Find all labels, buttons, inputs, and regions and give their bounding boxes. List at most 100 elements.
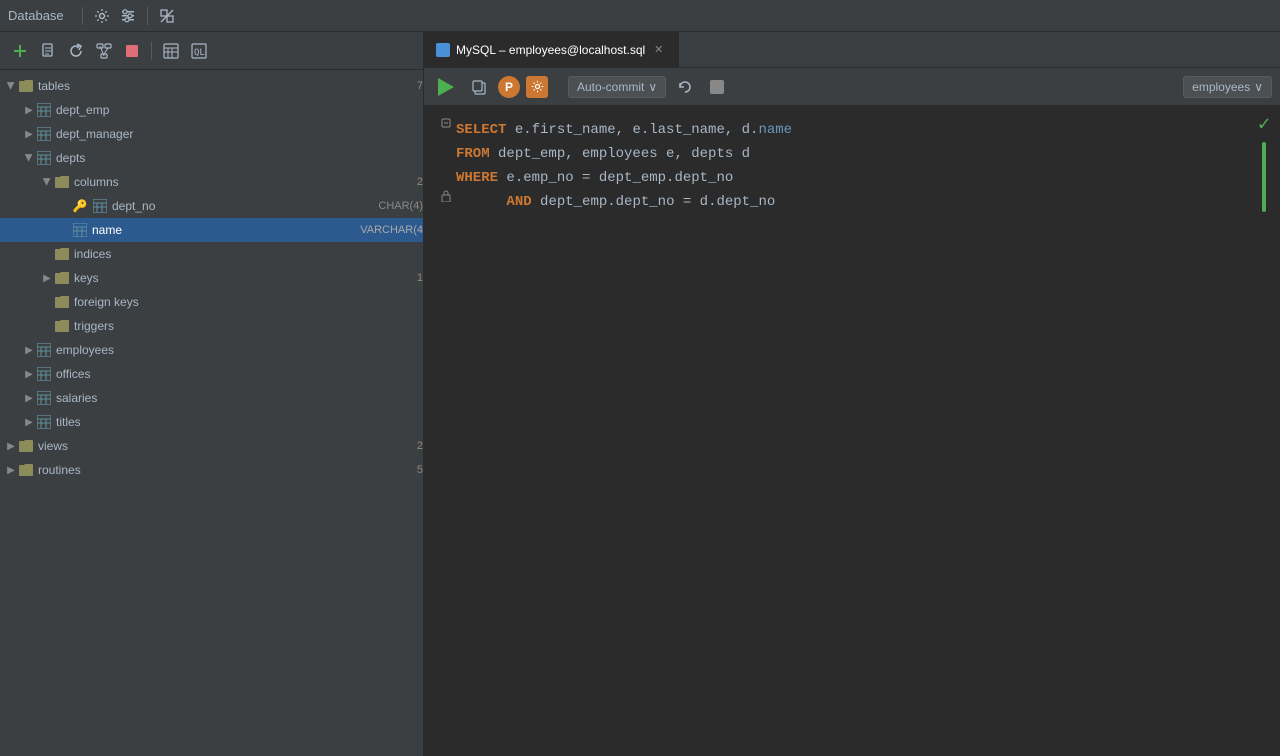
tree-item-routines[interactable]: ▶ routines 5 (0, 458, 423, 482)
refresh-button[interactable] (64, 39, 88, 63)
folder-icon (54, 294, 70, 310)
tree-item-dept-no[interactable]: 🔑 dept_no CHAR(4) (0, 194, 423, 218)
and-indent (456, 190, 506, 214)
tree-item-titles[interactable]: ▶ titles (0, 410, 423, 434)
table-icon (36, 126, 52, 142)
table-icon (36, 342, 52, 358)
code-line-2: FROM dept_emp, employees e, depts d (424, 142, 1280, 166)
depts-label: depts (56, 151, 423, 165)
folder-icon (18, 438, 34, 454)
name-highlight: name (758, 118, 792, 142)
tree-item-salaries[interactable]: ▶ salaries (0, 386, 423, 410)
params-button[interactable]: P (498, 76, 520, 98)
routines-chevron: ▶ (4, 463, 18, 477)
tab-bar: MySQL – employees@localhost.sql ✕ (424, 32, 1280, 68)
tab-label: MySQL – employees@localhost.sql (456, 43, 645, 57)
run-button[interactable] (432, 73, 460, 101)
name-type: VARCHAR(4 (360, 224, 423, 236)
undo-button[interactable] (672, 74, 698, 100)
menu-title: Database (8, 8, 64, 23)
gear-settings-button[interactable] (526, 76, 548, 98)
right-panel: MySQL – employees@localhost.sql ✕ P (424, 32, 1280, 756)
autocommit-label: Auto-commit (577, 80, 644, 94)
check-icon: ✓ (1258, 114, 1270, 138)
tree-item-triggers[interactable]: triggers (0, 314, 423, 338)
and-condition: dept_emp.dept_no = d.dept_no (532, 190, 776, 214)
adjust-icon[interactable] (117, 5, 139, 27)
tree-item-views[interactable]: ▶ views 2 (0, 434, 423, 458)
dept-no-label: dept_no (112, 199, 374, 213)
tree-item-depts[interactable]: ▶ depts (0, 146, 423, 170)
add-button[interactable] (8, 39, 32, 63)
triggers-label: triggers (74, 319, 423, 333)
tables-root[interactable]: ▶ tables 7 (0, 74, 423, 98)
code-line-1: SELECT e.first_name, e.last_name, d.name (424, 118, 1280, 142)
code-line-4: AND dept_emp.dept_no = d.dept_no (424, 190, 1280, 214)
table-icon (36, 102, 52, 118)
routines-count: 5 (417, 464, 423, 476)
tree-item-dept-manager[interactable]: ▶ dept_manager (0, 122, 423, 146)
query-button[interactable]: QL (187, 39, 211, 63)
mysql-tab[interactable]: MySQL – employees@localhost.sql ✕ (424, 32, 679, 67)
folder-icon (54, 318, 70, 334)
table-icon (36, 150, 52, 166)
tab-mysql-icon (436, 43, 450, 57)
stop-button[interactable] (120, 39, 144, 63)
tree-item-foreign-keys[interactable]: foreign keys (0, 290, 423, 314)
columns-chevron: ▶ (40, 175, 54, 189)
line-collapse-marker (436, 118, 456, 128)
employees-chevron: ▶ (22, 343, 36, 357)
tree-item-keys[interactable]: ▶ keys 1 (0, 266, 423, 290)
db-selector-label: employees (1192, 80, 1250, 94)
collapse-all-icon[interactable] (156, 5, 178, 27)
table-view-button[interactable] (159, 39, 183, 63)
views-count: 2 (417, 440, 423, 452)
green-bar (1262, 142, 1266, 212)
play-icon (438, 78, 454, 96)
select-kw: SELECT (456, 118, 506, 142)
stop-exec-button[interactable] (704, 74, 730, 100)
tree-item-columns[interactable]: ▶ columns 2 (0, 170, 423, 194)
tree-view[interactable]: ▶ tables 7 ▶ (0, 70, 423, 756)
schema-button[interactable] (92, 39, 116, 63)
column-icon (72, 222, 88, 238)
from-kw: FROM (456, 142, 490, 166)
db-selector-chevron: ∨ (1254, 80, 1263, 94)
salaries-label: salaries (56, 391, 423, 405)
key-column-icon: 🔑 (72, 198, 88, 214)
tree-item-offices[interactable]: ▶ offices (0, 362, 423, 386)
tree-item-employees[interactable]: ▶ employees (0, 338, 423, 362)
tables-label: tables (38, 79, 413, 93)
select-cols: e.first_name, e.last_name, d. (506, 118, 758, 142)
depts-chevron: ▶ (22, 151, 36, 165)
folder-icon (18, 462, 34, 478)
folder-icon (54, 270, 70, 286)
sql-toolbar: P Auto-commit ∨ e (424, 68, 1280, 106)
name-label: name (92, 223, 356, 237)
toolbar-separator (151, 42, 152, 60)
autocommit-chevron: ∨ (648, 80, 657, 94)
settings-icon[interactable] (91, 5, 113, 27)
employees-label: employees (56, 343, 423, 357)
dept-manager-label: dept_manager (56, 127, 423, 141)
dept-manager-chevron: ▶ (22, 127, 36, 141)
dept-emp-label: dept_emp (56, 103, 423, 117)
code-editor[interactable]: SELECT e.first_name, e.last_name, d.name… (424, 106, 1280, 756)
tree-item-indices[interactable]: indices (0, 242, 423, 266)
db-selector[interactable]: employees ∨ (1183, 76, 1272, 98)
menu-divider (82, 7, 83, 25)
autocommit-button[interactable]: Auto-commit ∨ (568, 76, 666, 98)
dept-no-type: CHAR(4) (378, 200, 423, 212)
offices-label: offices (56, 367, 423, 381)
menu-bar: Database (0, 0, 1280, 32)
tree-item-dept-emp[interactable]: ▶ dept_emp (0, 98, 423, 122)
titles-label: titles (56, 415, 423, 429)
svg-text:QL: QL (194, 48, 205, 58)
tree-item-name[interactable]: name VARCHAR(4 (0, 218, 423, 242)
new-file-button[interactable] (36, 39, 60, 63)
where-kw: WHERE (456, 166, 498, 190)
offices-chevron: ▶ (22, 367, 36, 381)
tab-close-button[interactable]: ✕ (651, 42, 666, 57)
copy-button[interactable] (466, 74, 492, 100)
tree-toolbar: QL (0, 32, 423, 70)
